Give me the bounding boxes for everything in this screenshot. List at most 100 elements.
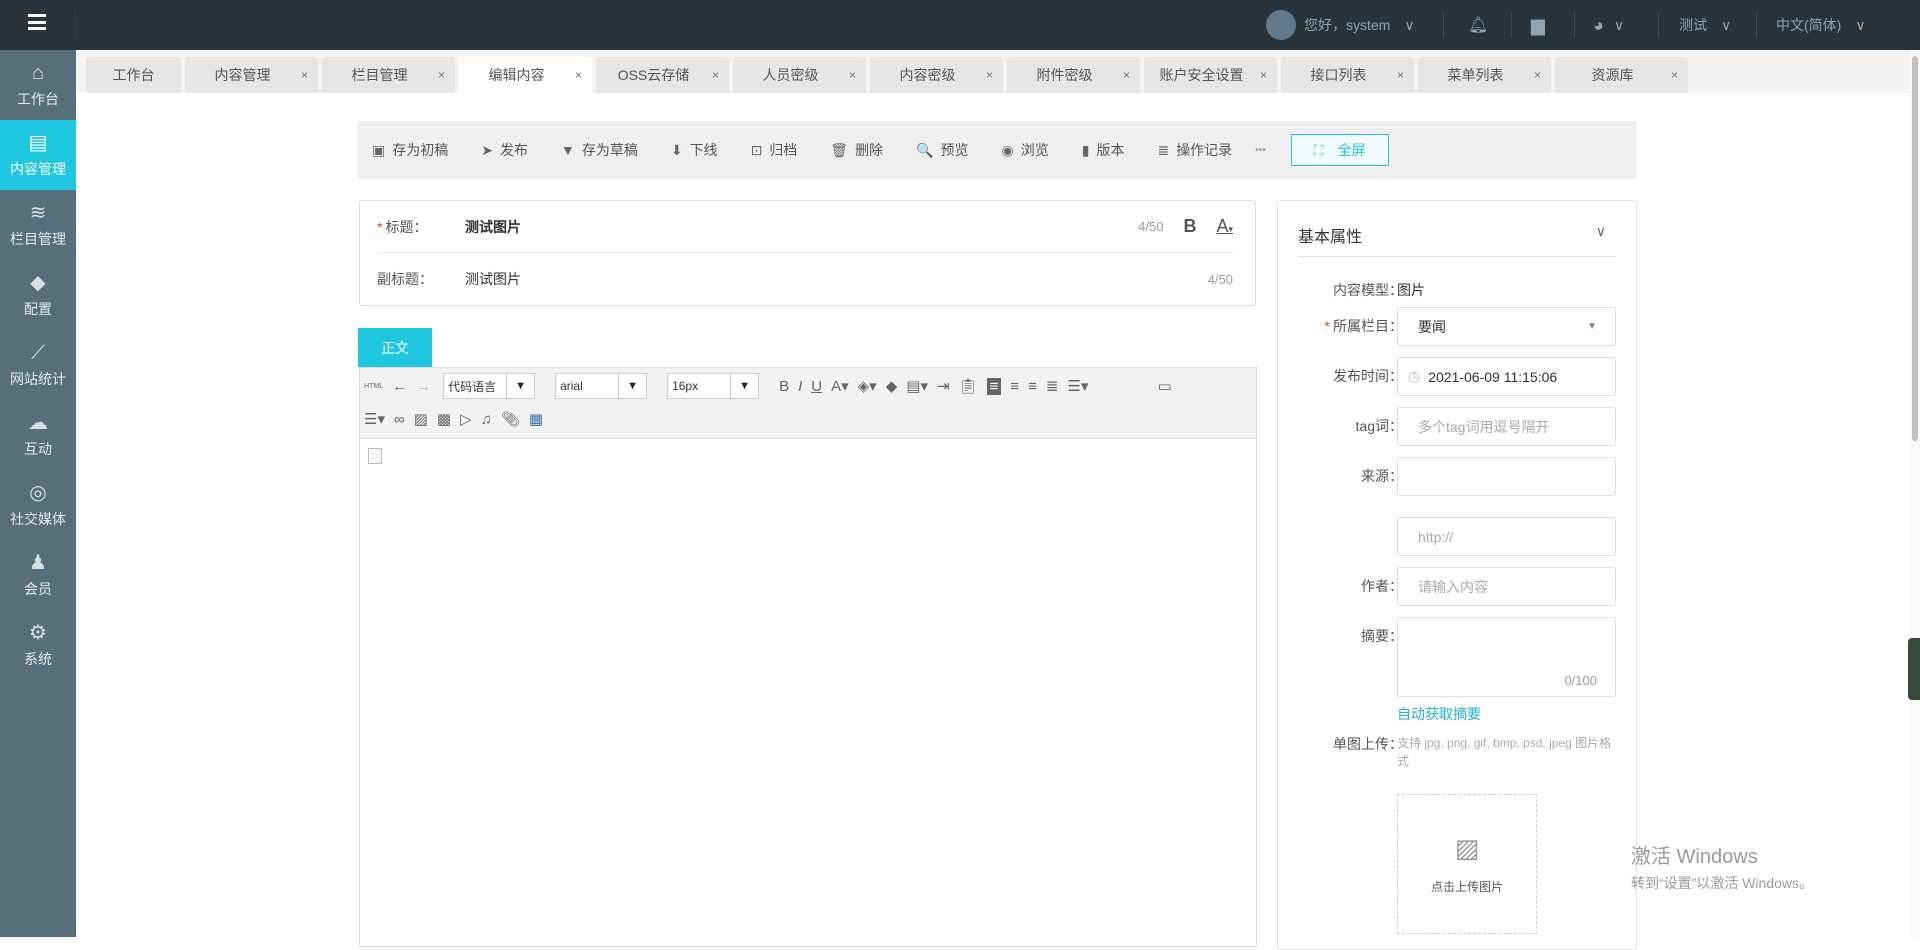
toolbar-button-6[interactable]: 🔍 预览 bbox=[916, 140, 968, 160]
user-menu[interactable]: 您好，system ∨ bbox=[1266, 0, 1415, 50]
title-input[interactable]: 测试图片 bbox=[465, 217, 1138, 237]
tab-7[interactable]: 附件密级 × bbox=[1007, 57, 1140, 93]
tag-input[interactable]: 多个tag词用逗号隔开 bbox=[1397, 407, 1616, 446]
sidebar-item-8[interactable]: ⚙ 系统 bbox=[0, 610, 76, 680]
toolbar-button-4[interactable]: ⊡ 归档 bbox=[751, 140, 798, 160]
unordered-list-icon[interactable]: ☰▾ bbox=[364, 410, 385, 428]
bold-icon[interactable]: B bbox=[1183, 216, 1196, 237]
source-url-input[interactable]: http:// bbox=[1397, 517, 1616, 556]
close-icon[interactable]: × bbox=[438, 68, 445, 82]
tab-body[interactable]: 正文 bbox=[358, 328, 432, 367]
sidebar-item-5[interactable]: ☁ 互动 bbox=[0, 400, 76, 470]
tab-5[interactable]: 人员密级 × bbox=[733, 57, 866, 93]
page-scrollbar[interactable] bbox=[1910, 50, 1920, 937]
attachment-icon[interactable]: 📎︎ bbox=[501, 410, 520, 428]
close-icon[interactable]: × bbox=[575, 68, 582, 82]
align-left-icon[interactable]: ≡ bbox=[986, 377, 1002, 395]
summary-textarea[interactable]: 0/100 bbox=[1397, 617, 1616, 697]
paste-text-icon[interactable]: 📋︎ bbox=[959, 377, 978, 395]
sidebar-item-2[interactable]: ≋ 栏目管理 bbox=[0, 190, 76, 260]
close-icon[interactable]: × bbox=[1671, 68, 1678, 82]
author-input[interactable]: 请输入内容 bbox=[1397, 567, 1616, 606]
sidebar-item-0[interactable]: ⌂ 工作台 bbox=[0, 50, 76, 120]
align-justify-icon[interactable]: ≣ bbox=[1046, 377, 1059, 395]
sidebar-item-7[interactable]: ♟ 会员 bbox=[0, 540, 76, 610]
sidebar-item-4[interactable]: ⟋ 网站统计 bbox=[0, 330, 76, 400]
underline-icon[interactable]: U bbox=[811, 378, 822, 395]
background-color-icon[interactable]: ◈▾ bbox=[858, 377, 877, 395]
code-language-select[interactable]: 代码语言 ▼ bbox=[443, 373, 536, 399]
close-icon[interactable]: × bbox=[712, 68, 719, 82]
close-icon[interactable]: × bbox=[1534, 68, 1541, 82]
html-source-button[interactable]: HTML bbox=[364, 383, 383, 390]
tab-10[interactable]: 菜单列表 × bbox=[1418, 57, 1551, 93]
fullscreen-button[interactable]: ⛶ 全屏 bbox=[1290, 134, 1389, 166]
toolbar-button-5[interactable]: 🗑 删除 bbox=[830, 140, 883, 160]
sidebar-item-3[interactable]: ◆ 配置 bbox=[0, 260, 76, 330]
tab-1[interactable]: 内容管理 × bbox=[185, 57, 318, 93]
bold-icon[interactable]: B bbox=[779, 378, 789, 395]
close-icon[interactable]: × bbox=[1260, 68, 1267, 82]
redo-icon[interactable]: → bbox=[416, 378, 431, 395]
tab-2[interactable]: 栏目管理 × bbox=[322, 57, 455, 93]
video-icon[interactable]: ▷ bbox=[460, 410, 472, 428]
tab-11[interactable]: 资源库 × bbox=[1555, 57, 1688, 93]
publish-time-input[interactable]: ◷ 2021-06-09 11:15:06 bbox=[1397, 357, 1616, 396]
auto-summary-link[interactable]: 自动获取摘要 bbox=[1397, 704, 1481, 724]
more-icon[interactable]: ••• bbox=[1255, 145, 1266, 156]
tab-9[interactable]: 接口列表 × bbox=[1281, 57, 1414, 93]
align-right-icon[interactable]: ≡ bbox=[1010, 378, 1019, 395]
panel-header[interactable]: 基本属性 ∨ bbox=[1298, 223, 1616, 257]
undo-icon[interactable]: ← bbox=[392, 378, 407, 395]
tab-8[interactable]: 账户安全设置 × bbox=[1144, 57, 1277, 93]
source-input[interactable] bbox=[1397, 457, 1616, 496]
font-color-icon[interactable]: A▾ bbox=[1216, 216, 1233, 237]
sidebar-item-6[interactable]: ◎ 社交媒体 bbox=[0, 470, 76, 540]
preview-monitor-icon[interactable]: ▭ bbox=[1157, 377, 1171, 395]
side-widget[interactable] bbox=[1908, 638, 1920, 700]
column-select[interactable]: 要闻 ▼ bbox=[1397, 307, 1616, 346]
sidebar-item-1[interactable]: ▤ 内容管理 bbox=[0, 120, 76, 190]
multi-image-icon[interactable]: ▩ bbox=[437, 410, 451, 428]
theme-menu[interactable]: ◕ ∨ bbox=[1593, 0, 1624, 50]
link-icon[interactable]: ∞ bbox=[394, 411, 405, 428]
close-icon[interactable]: × bbox=[986, 68, 993, 82]
monitor-icon[interactable]: ▆ bbox=[1531, 0, 1545, 50]
close-icon[interactable]: × bbox=[849, 68, 856, 82]
music-icon[interactable]: ♫ bbox=[481, 411, 492, 428]
tab-3[interactable]: 编辑内容 × bbox=[459, 57, 592, 93]
toolbar-button-3[interactable]: ⬇ 下线 bbox=[671, 140, 718, 160]
template-icon[interactable]: ▤▾ bbox=[906, 377, 928, 395]
eraser-icon[interactable]: ◆ bbox=[886, 377, 898, 395]
toolbar-button-2[interactable]: ▼ 存为草稿 bbox=[561, 140, 638, 160]
chevron-down-icon[interactable]: ∨ bbox=[1596, 223, 1606, 240]
italic-icon[interactable]: I bbox=[798, 378, 802, 395]
hamburger-menu-icon[interactable] bbox=[28, 14, 46, 30]
indent-icon[interactable]: ⇥ bbox=[937, 377, 950, 395]
toolbar-button-1[interactable]: ➤ 发布 bbox=[481, 140, 528, 160]
close-icon[interactable]: × bbox=[1397, 68, 1404, 82]
bell-icon[interactable]: 🔔︎ bbox=[1468, 0, 1488, 50]
tab-6[interactable]: 内容密级 × bbox=[870, 57, 1003, 93]
toolbar-button-9[interactable]: ≣ 操作记录 bbox=[1157, 140, 1232, 160]
subtitle-input[interactable]: 测试图片 bbox=[465, 269, 1208, 289]
image-upload-area[interactable]: ▨ 点击上传图片 bbox=[1397, 794, 1537, 934]
site-menu[interactable]: 测试 ∨ bbox=[1679, 0, 1731, 50]
toolbar-button-8[interactable]: ▮ 版本 bbox=[1082, 140, 1125, 160]
tab-4[interactable]: OSS云存储 × bbox=[596, 57, 729, 93]
rich-text-editor: HTML ← → 代码语言 ▼ arial ▼ 16px ▼ B I U A▾ ◈▾ … bbox=[359, 367, 1257, 947]
align-center-icon[interactable]: ≡ bbox=[1028, 378, 1037, 395]
word-import-icon[interactable]: ▦ bbox=[529, 410, 543, 428]
toolbar-button-7[interactable]: ◉ 浏览 bbox=[1002, 140, 1049, 160]
toolbar-button-0[interactable]: ▣ 存为初稿 bbox=[372, 140, 448, 160]
ordered-list-icon[interactable]: ☰▾ bbox=[1067, 377, 1088, 395]
font-family-select[interactable]: arial ▼ bbox=[555, 373, 648, 399]
scrollbar-thumb[interactable] bbox=[1912, 56, 1918, 441]
font-size-select[interactable]: 16px ▼ bbox=[667, 373, 760, 399]
image-icon[interactable]: ▨ bbox=[414, 410, 428, 428]
font-color-icon[interactable]: A▾ bbox=[831, 377, 849, 395]
close-icon[interactable]: × bbox=[301, 68, 308, 82]
close-icon[interactable]: × bbox=[1123, 68, 1130, 82]
tab-0[interactable]: 工作台 bbox=[86, 57, 181, 93]
language-menu[interactable]: 中文(简体) ∨ bbox=[1776, 0, 1866, 50]
